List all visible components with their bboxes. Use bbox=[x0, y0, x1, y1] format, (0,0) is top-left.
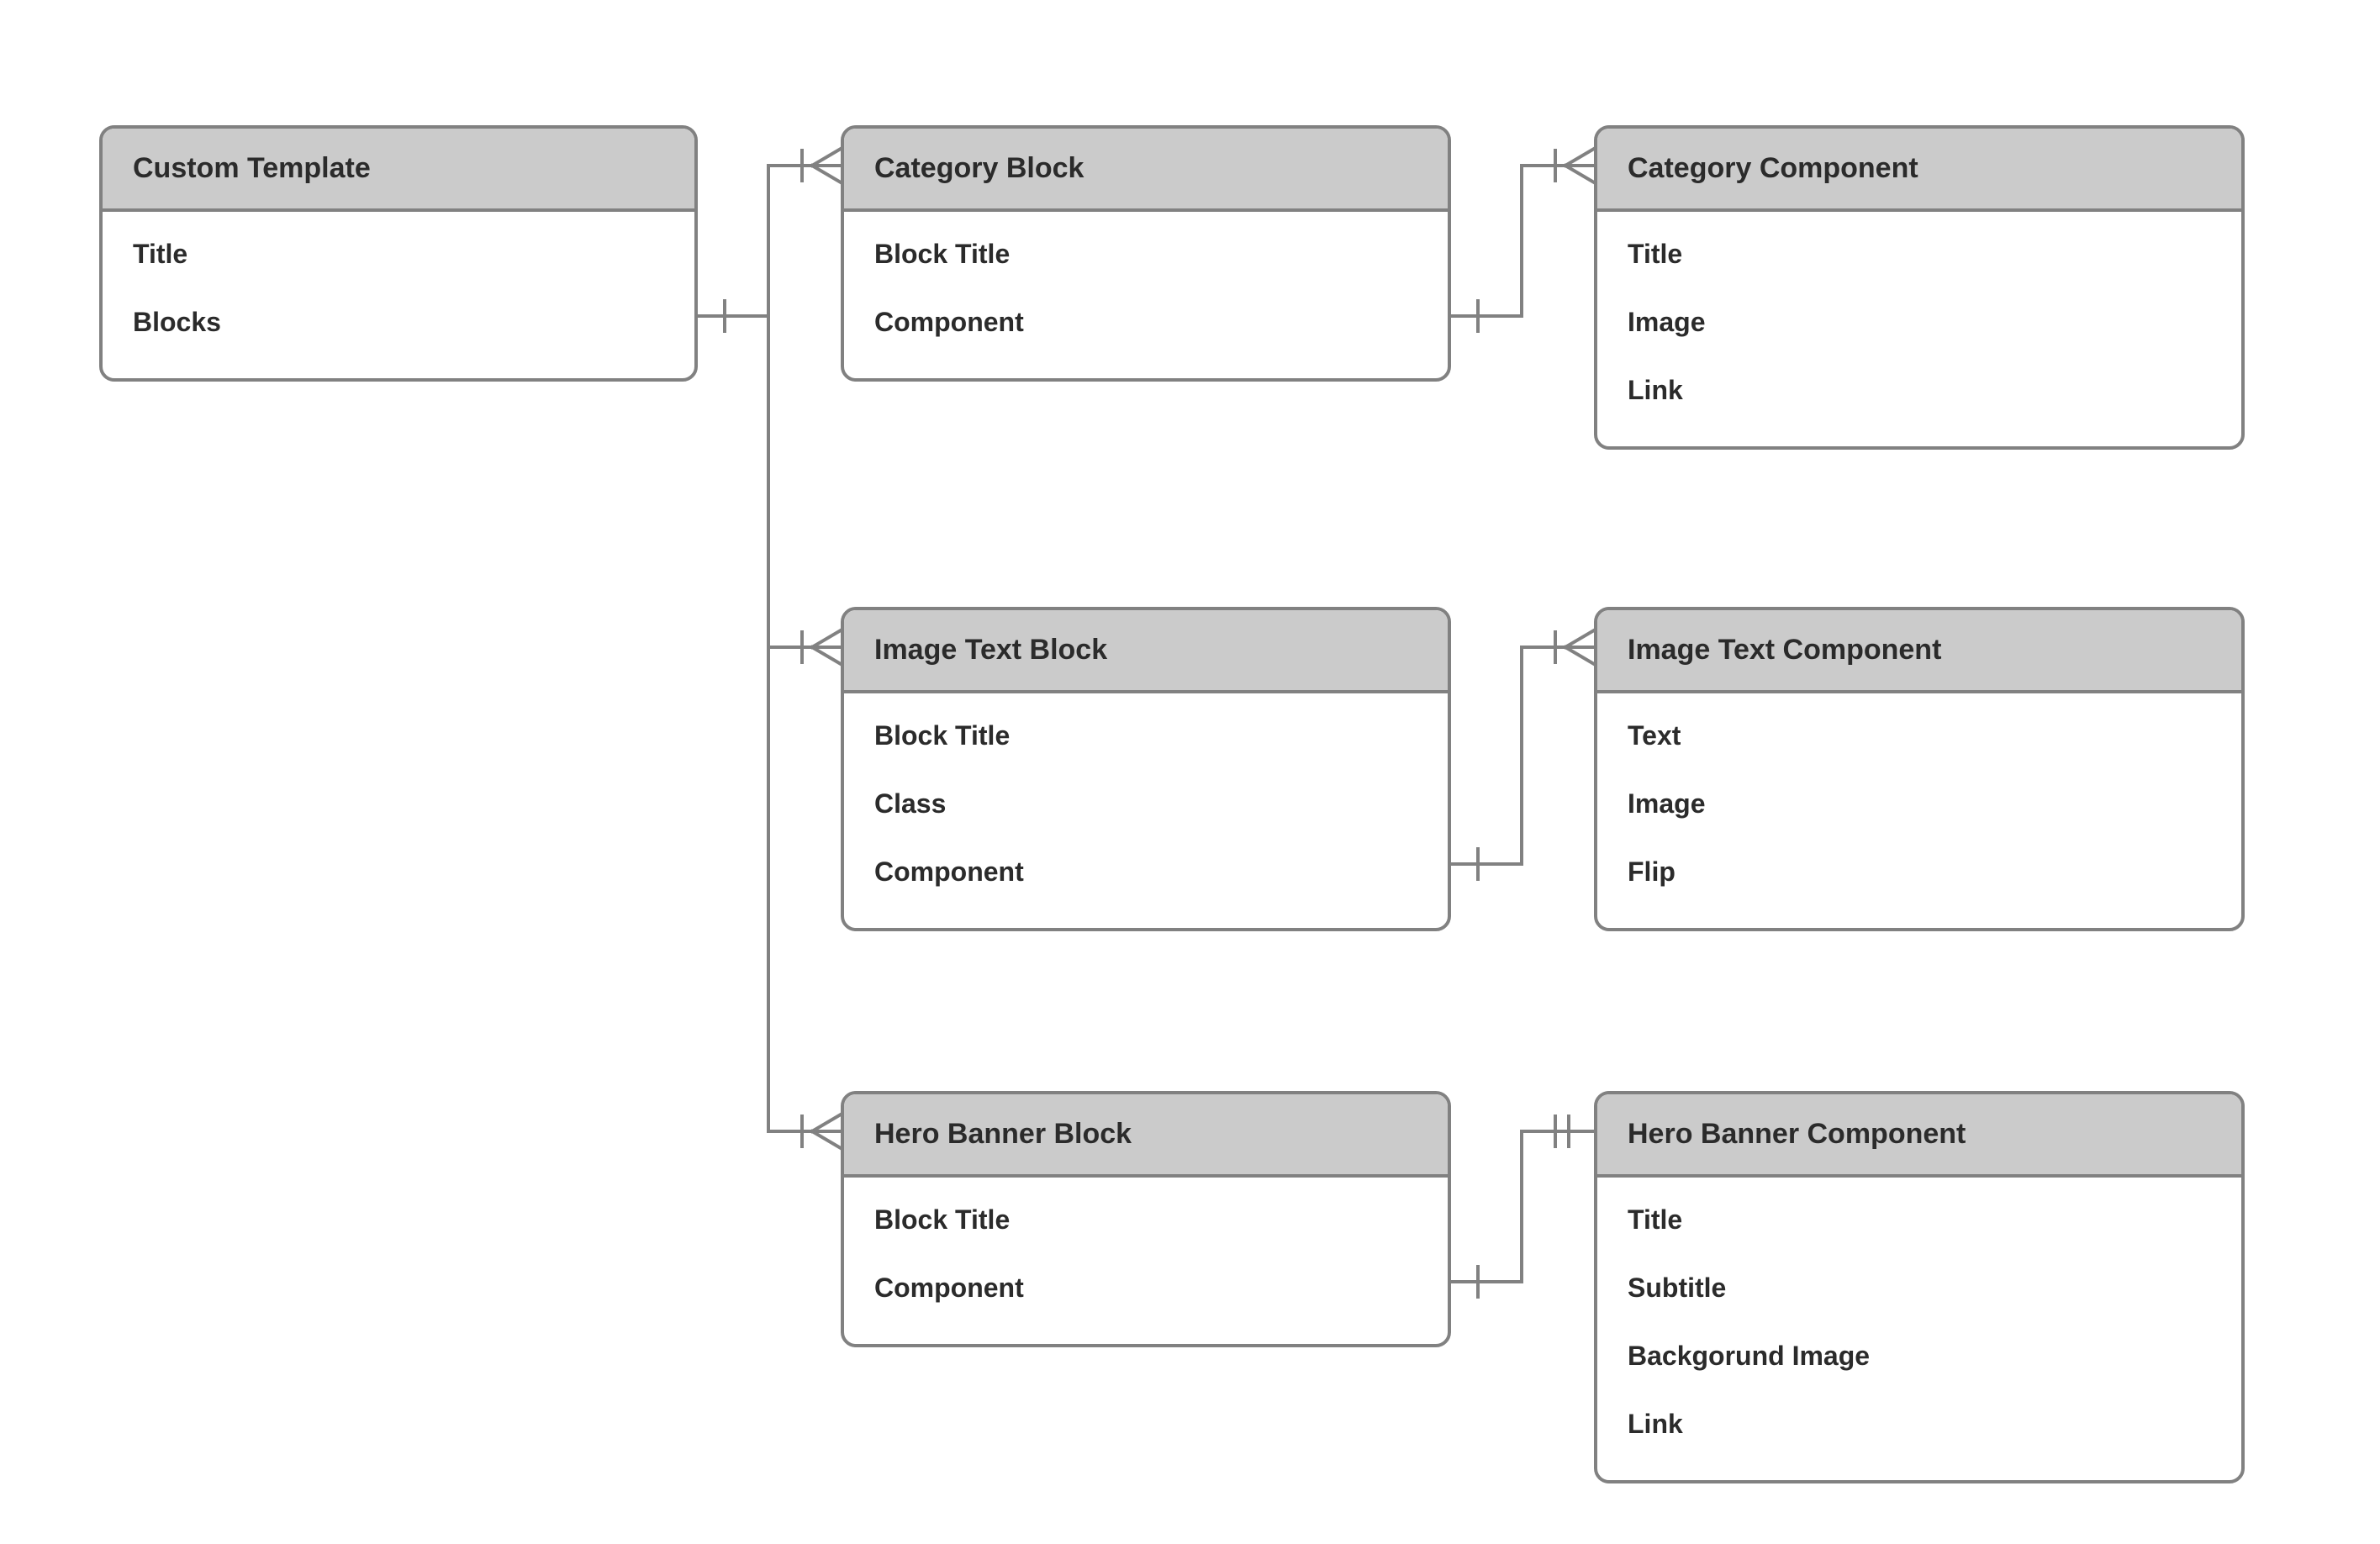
entity-title: Hero Banner Block bbox=[844, 1094, 1448, 1178]
entity-attr: Text bbox=[1628, 702, 2211, 770]
entity-attr: Title bbox=[1628, 220, 2211, 288]
entity-attr: Blocks bbox=[133, 288, 664, 356]
entity-title: Category Block bbox=[844, 129, 1448, 212]
entity-attr: Link bbox=[1628, 356, 2211, 424]
entity-hero-banner-component: Hero Banner Component Title Subtitle Bac… bbox=[1594, 1091, 2245, 1483]
entity-attr: Component bbox=[874, 1254, 1417, 1322]
entity-attr: Block Title bbox=[874, 220, 1417, 288]
entity-attrs: Title Subtitle Backgorund Image Link bbox=[1597, 1178, 2241, 1480]
entity-attr: Component bbox=[874, 288, 1417, 356]
entity-title: Hero Banner Component bbox=[1597, 1094, 2241, 1178]
entity-attr: Title bbox=[133, 220, 664, 288]
entity-hero-banner-block: Hero Banner Block Block Title Component bbox=[841, 1091, 1451, 1347]
entity-attr: Image bbox=[1628, 770, 2211, 838]
entity-attrs: Block Title Component bbox=[844, 1178, 1448, 1344]
entity-image-text-component: Image Text Component Text Image Flip bbox=[1594, 607, 2245, 931]
entity-attr: Subtitle bbox=[1628, 1254, 2211, 1322]
entity-attrs: Block Title Class Component bbox=[844, 693, 1448, 928]
entity-attrs: Title Blocks bbox=[103, 212, 694, 378]
entity-attr: Block Title bbox=[874, 702, 1417, 770]
entity-title: Custom Template bbox=[103, 129, 694, 212]
entity-attr: Title bbox=[1628, 1186, 2211, 1254]
entity-attr: Class bbox=[874, 770, 1417, 838]
entity-attr: Component bbox=[874, 838, 1417, 906]
entity-attr: Link bbox=[1628, 1390, 2211, 1458]
entity-attrs: Text Image Flip bbox=[1597, 693, 2241, 928]
entity-attr: Block Title bbox=[874, 1186, 1417, 1254]
entity-custom-template: Custom Template Title Blocks bbox=[99, 125, 698, 382]
entity-attrs: Block Title Component bbox=[844, 212, 1448, 378]
entity-category-block: Category Block Block Title Component bbox=[841, 125, 1451, 382]
entity-title: Image Text Block bbox=[844, 610, 1448, 693]
entity-title: Image Text Component bbox=[1597, 610, 2241, 693]
entity-attr: Image bbox=[1628, 288, 2211, 356]
entity-attr: Backgorund Image bbox=[1628, 1322, 2211, 1390]
entity-attrs: Title Image Link bbox=[1597, 212, 2241, 446]
entity-attr: Flip bbox=[1628, 838, 2211, 906]
entity-title: Category Component bbox=[1597, 129, 2241, 212]
entity-image-text-block: Image Text Block Block Title Class Compo… bbox=[841, 607, 1451, 931]
entity-category-component: Category Component Title Image Link bbox=[1594, 125, 2245, 450]
diagram-canvas: Custom Template Title Blocks Category Bl… bbox=[0, 0, 2380, 1544]
